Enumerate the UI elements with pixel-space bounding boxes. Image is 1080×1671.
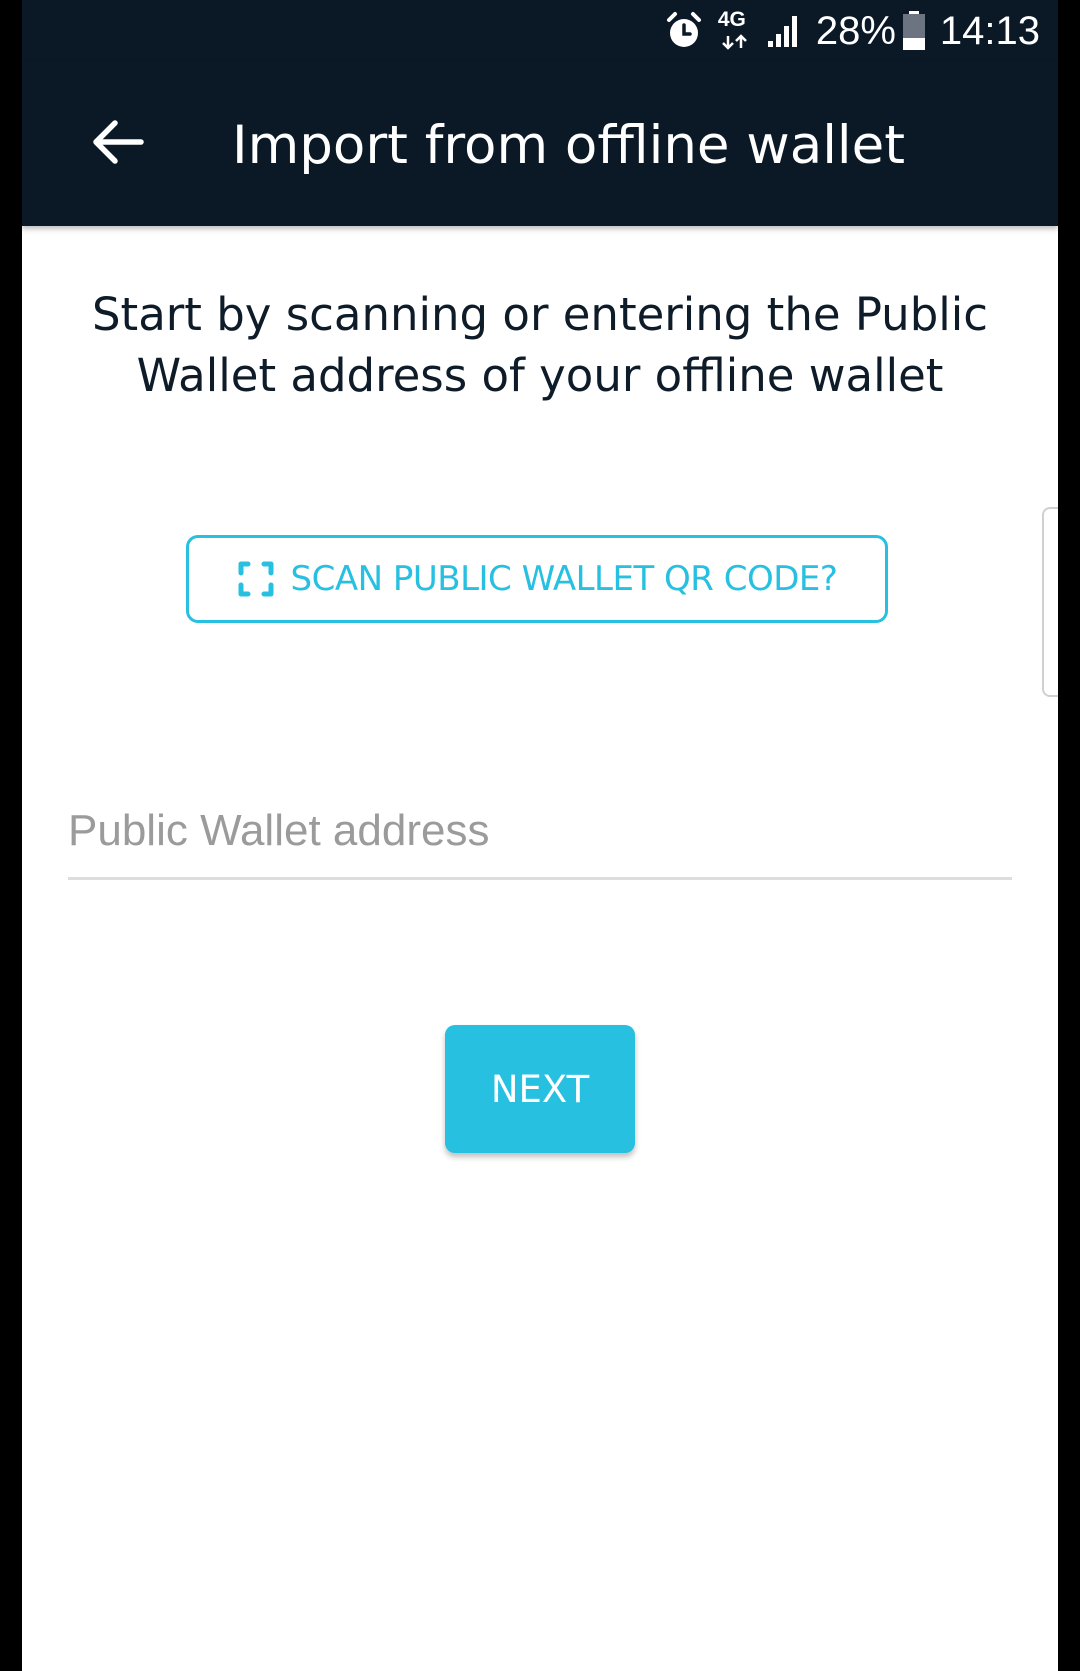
app-bar: Import from offline wallet: [22, 62, 1058, 226]
battery-percent: 28%: [815, 9, 896, 53]
intro-text: Start by scanning or entering the Public…: [91, 288, 989, 402]
public-wallet-address-input[interactable]: [68, 790, 1012, 880]
arrow-left-icon: [93, 120, 144, 164]
scan-qr-button-label: SCAN PUBLIC WALLET QR CODE?: [290, 559, 838, 599]
back-button[interactable]: [82, 106, 154, 178]
data-transfer-arrows-icon: [721, 34, 747, 50]
scan-qr-button[interactable]: SCAN PUBLIC WALLET QR CODE?: [186, 535, 888, 623]
network-type-indicator: 4G: [718, 9, 752, 53]
device-edge-right: [1058, 0, 1080, 1671]
status-icons: 4G 28% 14:13: [664, 6, 1040, 56]
alarm-clock-icon: [664, 11, 704, 51]
page-title: Import from offline wallet: [232, 115, 906, 176]
next-button[interactable]: NEXT: [445, 1025, 635, 1153]
network-type-label: 4G: [717, 8, 746, 31]
signal-bars-icon: [766, 13, 802, 49]
app-screen: 4G 28% 14:13 Import from offline wallet …: [22, 0, 1058, 1671]
battery-icon: [902, 11, 926, 51]
qr-scan-frame-icon: [238, 561, 274, 597]
status-bar: 4G 28% 14:13: [22, 0, 1058, 62]
clock-time: 14:13: [939, 9, 1040, 53]
device-edge-left: [0, 0, 22, 1671]
edge-panel-handle[interactable]: [1042, 507, 1058, 697]
